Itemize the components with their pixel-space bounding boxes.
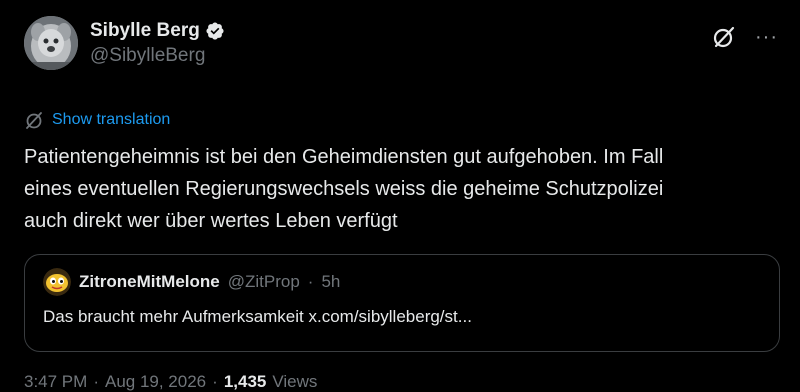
quoted-tweet-header: ZitroneMitMelone @ZitProp · 5h <box>43 268 763 296</box>
quoted-time[interactable]: 5h <box>321 272 340 292</box>
avatar[interactable] <box>24 16 78 70</box>
more-icon[interactable]: ··· <box>755 27 778 47</box>
quoted-avatar[interactable] <box>43 268 71 296</box>
quoted-handle[interactable]: @ZitProp <box>228 272 300 292</box>
quoted-tweet-text: Das braucht mehr Aufmerksamkeit x.com/si… <box>43 307 472 326</box>
tweet-time[interactable]: 3:47 PM <box>24 372 87 392</box>
tweet-text-line: eines eventuellen Regierungswechsels wei… <box>24 178 664 200</box>
author-handle[interactable]: @SibylleBerg <box>90 45 225 67</box>
verified-badge-icon[interactable] <box>205 21 225 41</box>
grok-icon[interactable] <box>711 24 737 50</box>
tweet-text: Patientengeheimnis ist bei den Geheimdie… <box>24 141 784 237</box>
quoted-separator: · <box>307 272 314 291</box>
author-name-row: Sibylle Berg <box>90 20 225 42</box>
tweet-header: Sibylle Berg @SibylleBerg ··· <box>24 16 778 76</box>
translate-row: Show translation <box>24 109 778 131</box>
tweet-date[interactable]: Aug 19, 2026 <box>105 372 206 392</box>
tweet-text-line: auch direkt wer über wertes Leben verfüg… <box>24 210 398 232</box>
footer-separator: · <box>93 372 99 391</box>
tweet: Sibylle Berg @SibylleBerg ··· Show trans… <box>0 0 800 392</box>
author-block: Sibylle Berg @SibylleBerg <box>90 16 225 67</box>
tweet-footer: 3:47 PM · Aug 19, 2026 · 1,435 Views <box>24 372 778 392</box>
quoted-tweet-card[interactable]: ZitroneMitMelone @ZitProp · 5h Das brauc… <box>24 254 780 352</box>
views-label: Views <box>272 372 318 391</box>
quoted-display-name[interactable]: ZitroneMitMelone <box>79 272 220 292</box>
author-display-name[interactable]: Sibylle Berg <box>90 20 200 42</box>
views-count[interactable]: 1,435 <box>224 372 267 392</box>
footer-separator: · <box>212 372 218 391</box>
translate-icon <box>24 110 44 130</box>
avatar-image <box>24 16 78 70</box>
tweet-text-line: Patientengeheimnis ist bei den Geheimdie… <box>24 146 664 168</box>
show-translation-link[interactable]: Show translation <box>52 111 170 129</box>
header-actions: ··· <box>711 16 778 50</box>
